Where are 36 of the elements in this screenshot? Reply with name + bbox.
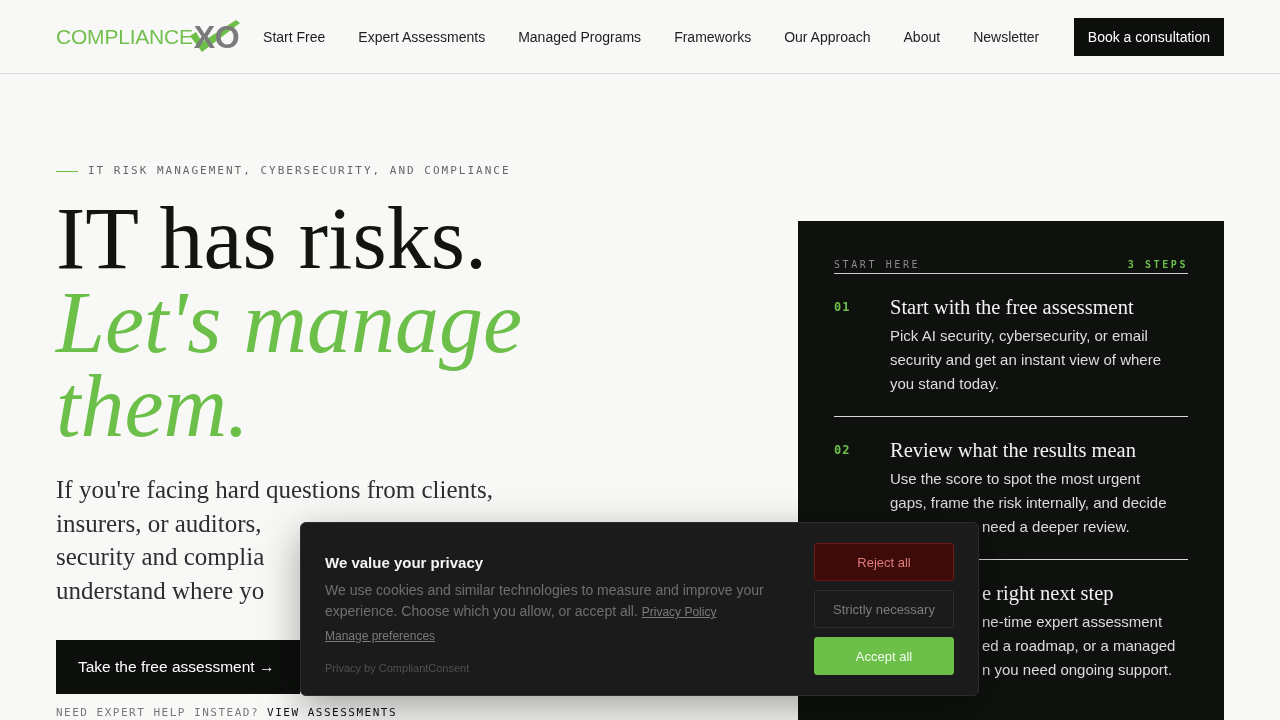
intro-text: insurers, or auditors, bbox=[56, 508, 262, 539]
steps-count: 3 STEPS bbox=[1127, 258, 1188, 271]
view-assessments-link[interactable]: VIEW ASSESSMENTS bbox=[267, 706, 398, 719]
nav-link[interactable]: Frameworks bbox=[674, 28, 752, 45]
reject-all-button[interactable]: Reject all bbox=[814, 543, 954, 581]
intro-text: understand where yo bbox=[56, 575, 265, 606]
step-title: Review what the results mean bbox=[890, 438, 1136, 463]
step-description: need a deeper review. bbox=[982, 517, 1130, 537]
free-assessment-button[interactable]: Take the free assessment → bbox=[56, 640, 300, 694]
nav-link[interactable]: Expert Assessments bbox=[358, 28, 486, 45]
book-consultation-button[interactable]: Book a consultation bbox=[1073, 17, 1224, 56]
expert-help-prompt: NEED EXPERT HELP INSTEAD? bbox=[56, 706, 260, 719]
step-title: e right next step bbox=[982, 581, 1114, 606]
start-here-label: START HERE bbox=[834, 258, 921, 271]
step-description: Pick AI security, cybersecurity, or email security and get an instant view of where you stand today. bbox=[890, 326, 1161, 394]
manage-preferences-link[interactable]: Manage preferences bbox=[325, 627, 436, 645]
step-number: 02 bbox=[834, 442, 851, 459]
nav-link[interactable]: Our Approach bbox=[784, 28, 871, 45]
step-description: n you need ongoing support. bbox=[982, 660, 1173, 680]
step-number: 01 bbox=[834, 299, 851, 316]
nav-link[interactable]: Newsletter bbox=[973, 28, 1040, 45]
step-description: ed a roadmap, or a managed bbox=[982, 636, 1176, 656]
headline-text: IT has risks. bbox=[56, 197, 488, 281]
nav-link[interactable]: About bbox=[903, 28, 941, 45]
banner-title: We value your privacy bbox=[325, 553, 484, 573]
intro-text: If you're facing hard questions from clients, bbox=[56, 475, 493, 505]
strictly-necessary-button[interactable]: Strictly necessary bbox=[814, 590, 954, 628]
intro-text: security and complia bbox=[56, 542, 265, 572]
step-description: ne-time expert assessment bbox=[982, 612, 1163, 632]
banner-description: We use cookies and similar technologies to measure and improve your experience. Choose which you allow, or accept all. Privacy Policy bbox=[325, 581, 765, 621]
nav-link[interactable]: Start Free bbox=[263, 28, 326, 45]
nav-link[interactable]: Managed Programs bbox=[518, 28, 642, 45]
privacy-policy-link[interactable]: Privacy Policy bbox=[641, 605, 717, 619]
step-title: Start with the free assessment bbox=[890, 295, 1134, 320]
eyebrow-text: IT RISK MANAGEMENT, CYBERSECURITY, AND COMPLIANCE bbox=[88, 164, 511, 178]
headline-accent-text: Let's manage them. bbox=[56, 281, 524, 449]
